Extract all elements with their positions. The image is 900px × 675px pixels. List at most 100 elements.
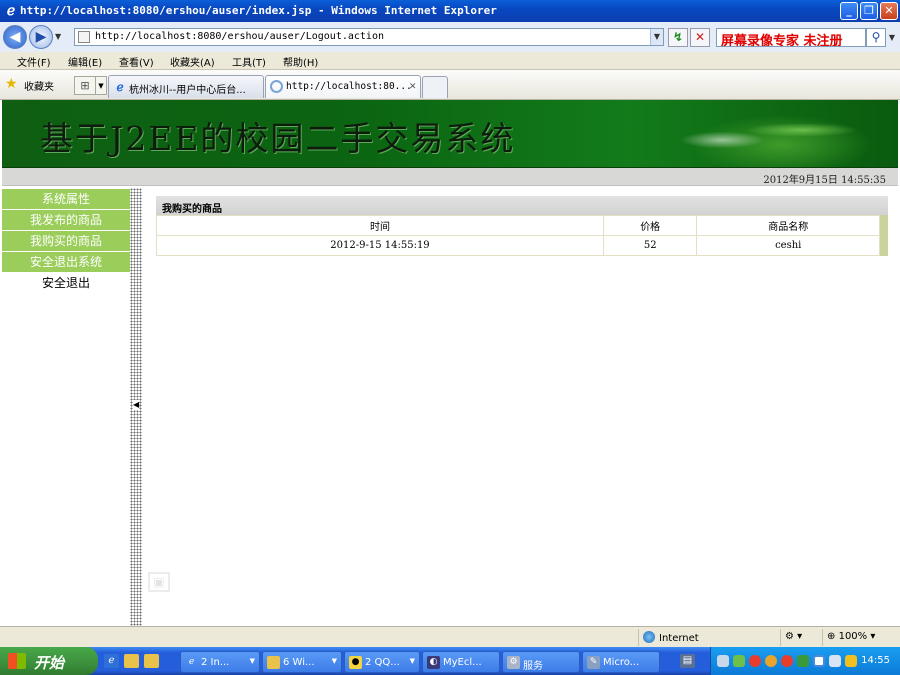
tray-app-icon[interactable] [733,655,745,667]
menu-file[interactable]: 文件(F) [17,54,51,69]
tab-list-dropdown-icon[interactable]: ▼ [96,76,107,95]
taskbar-item-label: 2 QQ... [365,657,400,668]
tray-security-icon[interactable] [797,655,809,667]
collapse-arrow-icon[interactable]: ◀ [133,400,140,410]
taskbar-item-label: Micro... [603,657,640,668]
taskbar-item-qq[interactable]: ● 2 QQ... ▼ [344,651,420,673]
tab-close-icon[interactable]: ✕ [409,79,416,92]
sidebar-item-my-published[interactable]: 我发布的商品 [2,210,130,230]
menu-view[interactable]: 查看(V) [119,54,154,69]
sidebar-item-logout-system[interactable]: 安全退出系统 [2,252,130,272]
tray-update-icon[interactable] [813,655,825,667]
protected-mode-icon[interactable]: ⚙ ▾ [780,629,820,646]
stop-button[interactable]: ✕ [690,28,710,47]
history-dropdown-icon[interactable]: ▼ [55,32,61,41]
tool-icon: ✎ [587,656,600,669]
taskbar-clock: 14:55 [861,655,890,666]
address-url: http://localhost:8080/ershou/auser/Logou… [95,31,384,42]
taskbar-item-label: 服务 [523,661,543,672]
zoom-control[interactable]: ⊕ 100% ▾ [822,629,900,646]
table-edge [879,215,888,236]
menu-bar: 文件(F) 编辑(E) 查看(V) 收藏夹(A) 工具(T) 帮助(H) [0,52,900,70]
favorites-star-icon[interactable]: ★ [5,77,18,91]
myeclipse-icon: ◐ [427,656,440,669]
quicklaunch-ie-icon[interactable]: ℯ [104,654,119,668]
search-dropdown-icon[interactable]: ▼ [886,28,898,47]
taskbar-item-microsoft[interactable]: ✎ Micro... [582,651,660,673]
watermark-icon: ▣ [148,572,170,592]
taskbar-item-label: 2 In... [201,657,230,668]
tray-qq-icon[interactable] [749,655,761,667]
refresh-button[interactable]: ↯ [668,28,688,47]
quicklaunch-folder-icon[interactable] [124,654,139,668]
cell-time: 2012-9-15 14:55:19 [156,235,604,256]
tab-label: http://localhost:80... [286,81,412,92]
taskbar-item-label: MyEcl... [443,657,482,668]
taskbar-item-services[interactable]: ⚙ 服务 [502,651,580,673]
taskbar-item-windows[interactable]: 6 Wi... ▼ [262,651,342,673]
site-banner: 基于J2EE的校园二手交易系统 [2,100,898,168]
sidebar-item-system-properties[interactable]: 系统属性 [2,189,130,209]
keyboard-icon[interactable]: ▤ [680,654,695,668]
zone-label: Internet [659,633,699,644]
date-bar: 2012年9月15日 14:55:35 [2,168,898,186]
favorites-button[interactable]: 收藏夹 [24,78,54,93]
column-header-price: 价格 [602,215,698,236]
close-button[interactable]: ✕ [880,2,898,20]
menu-help[interactable]: 帮助(H) [283,54,318,69]
tab-label: 杭州冰川--用户中心后台... [129,85,246,96]
new-tab-button[interactable] [422,76,448,98]
maximize-button[interactable]: ❐ [860,2,878,20]
group-arrow-icon: ▼ [331,657,337,665]
status-text [0,629,638,646]
minimize-button[interactable]: _ [840,2,858,20]
sidebar: 系统属性 我发布的商品 我购买的商品 安全退出系统 安全退出 [2,189,130,626]
menu-favorites[interactable]: 收藏夹(A) [170,54,215,69]
tray-qq-icon[interactable] [765,655,777,667]
start-button[interactable]: 开始 [0,647,98,675]
taskbar-item-ie[interactable]: ℯ 2 In... ▼ [180,651,260,673]
ie-icon: ℯ [188,657,195,667]
panel-title: 我购买的商品 [156,196,888,215]
address-input[interactable]: http://localhost:8080/ershou/auser/Logou… [74,28,664,46]
table-row: 2012-9-15 14:55:19 52 ceshi [156,235,888,256]
menu-tools[interactable]: 工具(T) [232,54,266,69]
sidebar-item-my-purchased[interactable]: 我购买的商品 [2,231,130,251]
back-button[interactable]: ◀ [3,25,27,49]
search-icon[interactable]: ⚲ [866,28,886,47]
column-header-product-name: 商品名称 [696,215,880,236]
tray-qq-icon[interactable] [781,655,793,667]
tab-user-center[interactable]: ℯ 杭州冰川--用户中心后台... [108,75,264,98]
quicklaunch-desktop-icon[interactable] [144,654,159,668]
status-bar: Internet ⚙ ▾ ⊕ 100% ▾ [0,626,900,647]
system-tray: 14:55 [710,647,900,675]
quick-tabs-icon[interactable]: ⊞ [74,76,96,95]
ie-page-icon: ℯ [116,80,124,94]
banner-title: 基于J2EE的校园二手交易系统 [40,119,516,158]
menu-edit[interactable]: 编辑(E) [68,54,102,69]
tray-monitor-icon[interactable] [829,655,841,667]
sidebar-item-logout[interactable]: 安全退出 [2,273,130,293]
search-input[interactable]: 屏幕录像专家 未注册 [716,28,866,47]
zoom-icon: ⊕ [827,631,836,642]
window-title: http://localhost:8080/ershou/auser/index… [20,4,497,17]
globe-icon [643,631,655,643]
folder-icon [267,656,280,669]
frame-splitter[interactable]: ◀ [130,188,142,626]
current-date: 2012年9月15日 14:55:35 [763,175,886,186]
zoom-dropdown-icon: ▾ [870,631,876,642]
cell-product-name: ceshi [696,235,880,256]
tab-localhost[interactable]: http://localhost:80... ✕ [265,75,421,98]
window-title-bar: ℯ http://localhost:8080/ershou/auser/ind… [0,0,900,22]
tray-network-icon[interactable] [717,655,729,667]
table-header-row: 时间 价格 商品名称 [156,215,888,236]
taskbar-item-myeclipse[interactable]: ◐ MyEcl... [422,651,500,673]
start-label: 开始 [34,654,65,672]
forward-button[interactable]: ▶ [29,25,53,49]
purchased-table: 时间 价格 商品名称 2012-9-15 14:55:19 52 ceshi [156,215,888,256]
group-arrow-icon: ▼ [249,657,255,665]
address-dropdown-icon[interactable]: ▼ [650,29,663,45]
tray-shield-icon[interactable] [845,655,857,667]
table-edge [879,235,888,256]
taskbar-item-label: 6 Wi... [283,657,315,668]
